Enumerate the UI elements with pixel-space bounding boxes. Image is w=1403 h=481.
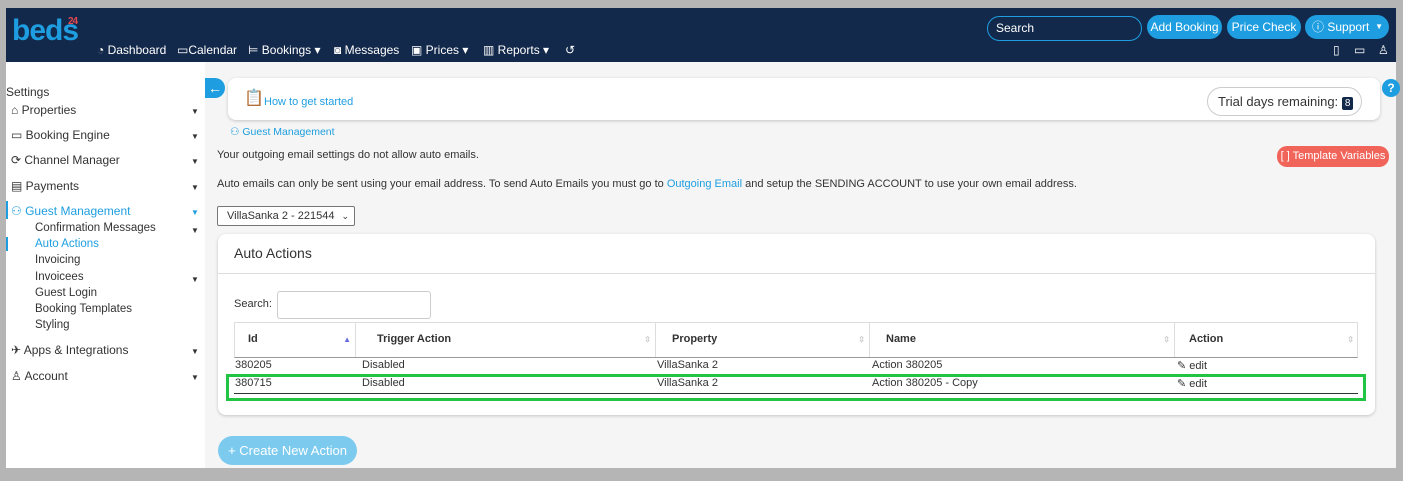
nav-prices[interactable]: ▣ Prices ▾ <box>411 43 468 57</box>
sidebar-item-channel-manager[interactable]: ⟳ Channel Manager <box>11 153 120 167</box>
dashboard-icon: ◔ <box>97 43 108 57</box>
support-button[interactable]: ⓘ Support ▼ <box>1305 15 1389 39</box>
sidebar-item-properties[interactable]: ⌂ Properties <box>11 103 76 117</box>
nav-messages[interactable]: ◙ Messages <box>334 43 399 57</box>
sidebar-item-payments[interactable]: ▤ Payments <box>11 179 79 193</box>
sort-icon: ⇳ <box>1347 335 1354 344</box>
cell-property: VillaSanka 2 <box>657 359 718 371</box>
nav-bookings[interactable]: ⊨ Bookings ▾ <box>248 43 321 57</box>
how-to-get-started-link[interactable]: How to get started <box>264 96 353 108</box>
rocket-icon: ✈ <box>11 343 24 357</box>
info-icon: ⓘ <box>1312 20 1328 34</box>
add-booking-button[interactable]: Add Booking <box>1147 15 1222 39</box>
sidebar-item-account[interactable]: ♙ Account <box>11 369 68 383</box>
table-search-input[interactable] <box>277 291 431 319</box>
help-icon[interactable]: ? <box>1382 79 1400 97</box>
desktop-icon[interactable]: ▭ <box>1354 43 1365 57</box>
search-input[interactable]: Search <box>987 16 1142 41</box>
cell-name: Action 380205 <box>872 359 943 371</box>
card-icon: ▤ <box>11 179 26 193</box>
chart-icon: ▥ <box>483 43 498 57</box>
users-icon: ⚇ <box>11 204 26 218</box>
pencil-icon: ✎ <box>1177 360 1190 372</box>
sidebar-title: Settings <box>6 85 50 99</box>
bed-icon: ⊨ <box>248 43 262 57</box>
beds24-logo[interactable]: beds 24 <box>12 14 79 48</box>
notice-auto-emails: Your outgoing email settings do not allo… <box>217 149 479 161</box>
search-label: Search: <box>234 298 272 310</box>
panel-title: Auto Actions <box>234 245 312 261</box>
sidebar-item-booking-engine[interactable]: ▭ Booking Engine <box>11 128 110 142</box>
clipboard-icon: 📋 <box>244 90 264 107</box>
chevron-down-icon[interactable]: ▼ <box>191 208 199 217</box>
nav-reports[interactable]: ▥ Reports ▾ <box>483 43 549 57</box>
chevron-down-icon[interactable]: ▼ <box>191 275 199 284</box>
breadcrumb[interactable]: ⚇ Guest Management <box>230 126 335 138</box>
column-header-property[interactable]: Property ⇳ <box>656 322 870 357</box>
price-check-button[interactable]: Price Check <box>1227 15 1301 39</box>
users-icon: ⚇ <box>230 126 243 138</box>
sidebar-sub-auto-actions[interactable]: Auto Actions <box>35 238 99 250</box>
sort-asc-icon: ▲ <box>343 335 351 344</box>
property-select[interactable]: VillaSanka 2 - 221544 ⌄ <box>217 206 355 226</box>
table-row[interactable]: 380205 Disabled VillaSanka 2 Action 3802… <box>234 359 1358 375</box>
chevron-down-icon[interactable]: ▼ <box>191 347 199 356</box>
sidebar-item-apps[interactable]: ✈ Apps & Integrations <box>11 343 128 357</box>
messages-icon: ◙ <box>334 43 345 57</box>
sidebar-sub-guest-login[interactable]: Guest Login <box>35 287 97 299</box>
column-header-id[interactable]: Id ▲ <box>234 322 356 357</box>
sidebar-sub-styling[interactable]: Styling <box>35 319 70 331</box>
create-new-action-button[interactable]: + Create New Action <box>218 436 357 465</box>
chevron-down-icon[interactable]: ▼ <box>191 226 199 235</box>
sort-icon: ⇳ <box>858 335 865 344</box>
sidebar-sub-confirmation-messages[interactable]: Confirmation Messages <box>35 222 156 234</box>
notice-sending-account: Auto emails can only be sent using your … <box>217 178 1077 190</box>
chevron-down-icon[interactable]: ▼ <box>191 157 199 166</box>
sidebar-item-guest-management[interactable]: ⚇ Guest Management <box>11 204 131 218</box>
chevron-down-icon[interactable]: ▼ <box>191 373 199 382</box>
user-icon: ♙ <box>11 369 25 383</box>
sidebar-sub-booking-templates[interactable]: Booking Templates <box>35 303 132 315</box>
user-icon[interactable]: ♙ <box>1378 43 1389 57</box>
chevron-down-icon[interactable]: ▼ <box>191 132 199 141</box>
sidebar-sub-invoicing[interactable]: Invoicing <box>35 254 80 266</box>
chevron-down-icon: ▼ <box>1375 22 1383 31</box>
active-sub-indicator <box>6 237 8 251</box>
calendar-icon: ▭ <box>177 43 189 57</box>
sync-icon: ⟳ <box>11 153 25 167</box>
highlight-box <box>226 374 1366 401</box>
column-header-action[interactable]: Action ⇳ <box>1175 322 1358 357</box>
mobile-icon[interactable]: ▯ <box>1333 43 1340 57</box>
trial-days-count: 8 <box>1341 97 1354 110</box>
active-indicator <box>6 201 8 219</box>
sort-icon: ⇳ <box>644 335 651 344</box>
trial-days-badge: Trial days remaining: 8 <box>1207 87 1362 116</box>
sidebar-sub-invoicees[interactable]: Invoicees <box>35 271 84 283</box>
column-header-trigger[interactable]: Trigger Action ⇳ <box>356 322 656 357</box>
history-icon[interactable]: ↺ <box>565 43 575 57</box>
chevron-down-icon: ⌄ <box>341 211 349 221</box>
nav-dashboard[interactable]: ◔ Dashboard <box>97 43 166 57</box>
monitor-icon: ▭ <box>11 128 26 142</box>
collapse-sidebar-icon[interactable]: ← <box>205 78 225 98</box>
divider <box>218 273 1375 274</box>
column-header-name[interactable]: Name ⇳ <box>870 322 1175 357</box>
outgoing-email-link[interactable]: Outgoing Email <box>667 178 742 190</box>
cell-id: 380205 <box>235 359 272 371</box>
chevron-down-icon[interactable]: ▼ <box>191 183 199 192</box>
home-icon: ⌂ <box>11 103 22 117</box>
sort-icon: ⇳ <box>1163 335 1170 344</box>
nav-calendar[interactable]: ▭Calendar <box>177 43 237 57</box>
chevron-down-icon[interactable]: ▼ <box>191 107 199 116</box>
template-variables-button[interactable]: [ ] Template Variables <box>1277 146 1389 167</box>
edit-link[interactable]: ✎ edit <box>1177 359 1207 372</box>
money-icon: ▣ <box>411 43 426 57</box>
cell-trigger: Disabled <box>362 359 405 371</box>
